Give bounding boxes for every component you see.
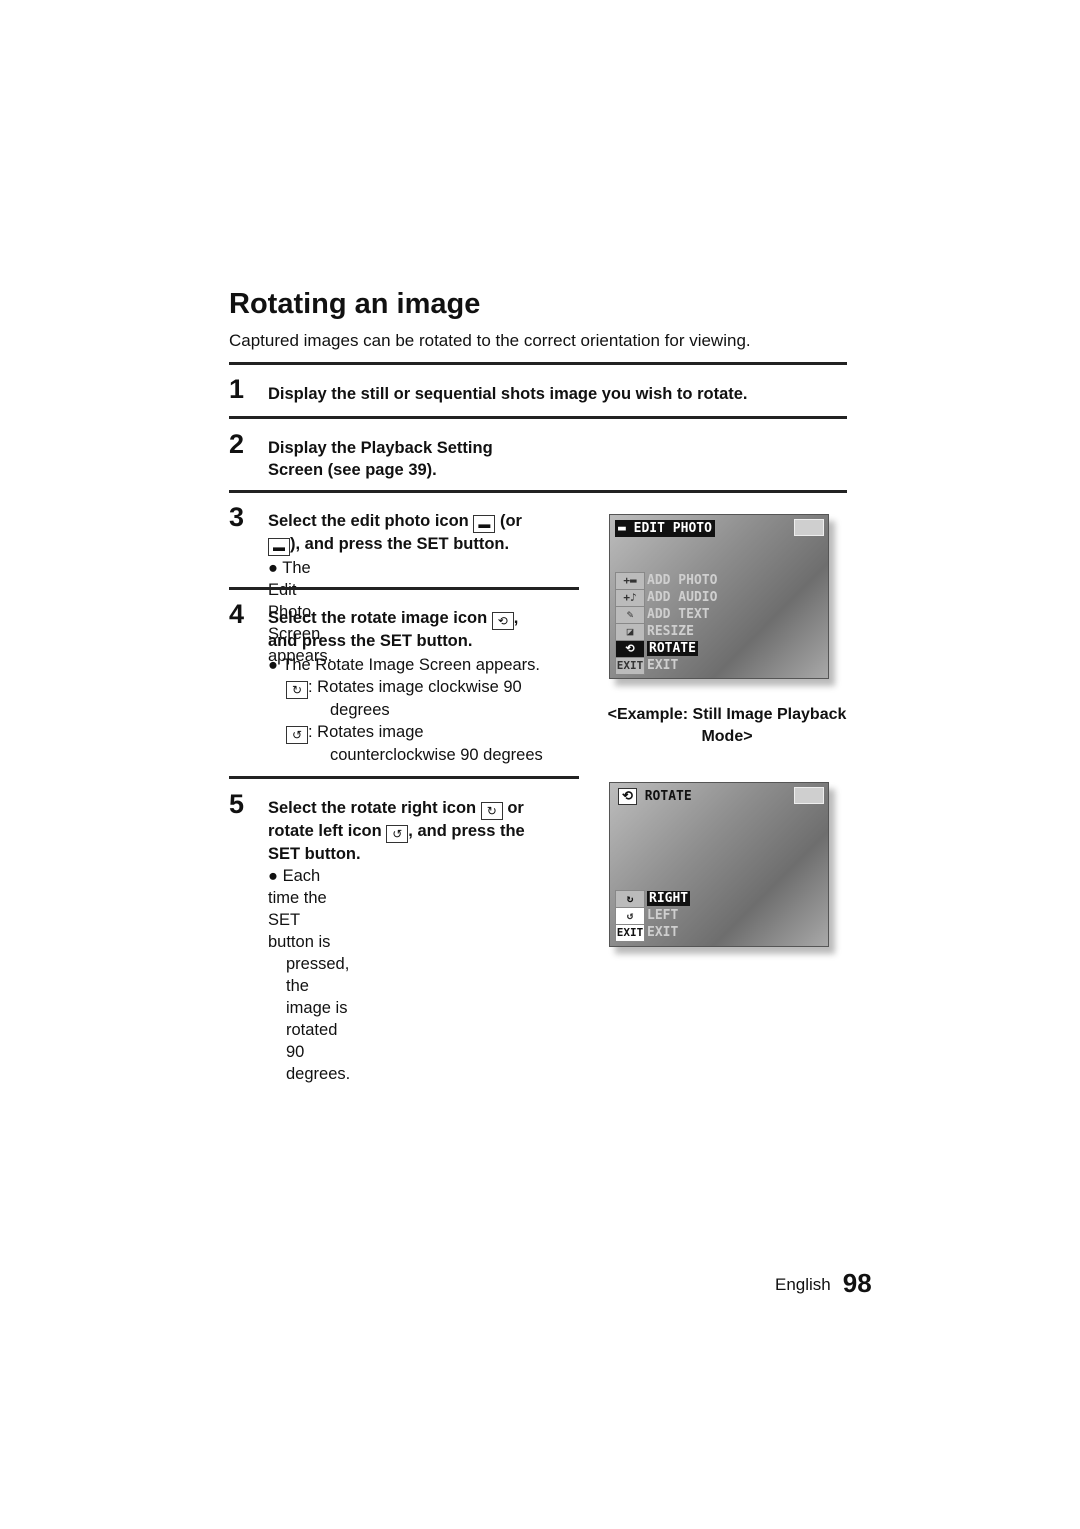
rotate-image-icon: ⟲ (491, 612, 514, 630)
step-note: Each time the SET button is (268, 867, 331, 951)
page-footer: English 98 (775, 1268, 872, 1299)
screen-title: ⟲ ROTATE (615, 788, 695, 805)
figure-caption: <Example: Still Image Playback Mode> (606, 704, 848, 748)
menu-item[interactable]: RESIZE (647, 624, 694, 639)
step-heading: Screen (see page 39). (268, 461, 437, 479)
language-label: English (775, 1275, 831, 1294)
rotate-screen: ⟲ ROTATE ↻ RIGHT ↺ LEFT EXIT EXIT (609, 782, 829, 947)
page-number: 98 (842, 1268, 872, 1298)
edit-photo-alt-icon: ▬ (268, 538, 290, 556)
battery-icon (794, 787, 824, 804)
edit-menu: +▬ ADD PHOTO +♪ ADD AUDIO ✎ ADD TEXT ◪ RESIZ… (615, 571, 717, 675)
rotate-right-icon: ↻ (615, 889, 645, 908)
screen-title: ▬ EDIT PHOTO (615, 520, 715, 537)
edit-photo-screen: ▬ EDIT PHOTO +▬ ADD PHOTO +♪ ADD AUDIO ✎ AD… (609, 514, 829, 679)
rotate-left-desc: Rotates image (317, 723, 424, 741)
menu-item[interactable]: EXIT (647, 925, 678, 940)
step-heading: or (507, 799, 524, 817)
step-number: 1 (229, 374, 245, 404)
step-heading: , and press the (408, 822, 525, 840)
step-heading: rotate left icon (268, 822, 382, 840)
menu-item[interactable]: ADD AUDIO (647, 590, 717, 605)
menu-item[interactable]: ADD TEXT (647, 607, 710, 622)
exit-icon: EXIT (615, 656, 645, 675)
divider (229, 490, 847, 493)
step-heading: Select the rotate image icon (268, 609, 488, 627)
step-heading: ), and press the SET button. (290, 535, 510, 553)
divider (229, 587, 579, 590)
add-audio-icon: +♪ (615, 588, 645, 607)
rotate-left-icon: ↺ (386, 825, 409, 843)
step-heading: SET button. (268, 845, 361, 863)
step-number: 4 (229, 599, 245, 629)
step-heading: Display the still or sequential shots im… (268, 385, 748, 403)
step-number: 3 (229, 502, 245, 532)
menu-item-selected[interactable]: ROTATE (647, 641, 698, 656)
rotate-left-desc: counterclockwise 90 degrees (330, 746, 543, 764)
divider (229, 776, 579, 779)
step-note: degrees. (286, 1065, 351, 1083)
step-number: 2 (229, 429, 245, 459)
rotate-right-desc: Rotates image clockwise 90 (317, 678, 522, 696)
step-note: The Rotate Image Screen appears. (282, 656, 540, 674)
rotate-right-desc: degrees (330, 701, 390, 719)
battery-icon (794, 519, 824, 536)
step-heading: Display the Playback Setting (268, 439, 493, 457)
rotate-menu: ↻ RIGHT ↺ LEFT EXIT EXIT (615, 889, 691, 942)
menu-item[interactable]: ADD PHOTO (647, 573, 717, 588)
rotate-left-icon: ↺ (286, 726, 308, 744)
screen-title-text: EDIT PHOTO (633, 521, 712, 536)
divider (229, 416, 847, 419)
caption-line: <Example: Still Image Playback (607, 706, 847, 723)
rotate-left-icon: ↺ (615, 906, 645, 925)
step-heading: and press the SET button. (268, 632, 473, 650)
add-photo-icon: +▬ (615, 571, 645, 590)
step-note: pressed, the image is rotated 90 (286, 955, 350, 1061)
rotate-right-icon: ↻ (286, 681, 308, 699)
step-heading: Select the rotate right icon (268, 799, 477, 817)
resize-icon: ◪ (615, 622, 645, 641)
menu-item[interactable]: LEFT (647, 908, 678, 923)
menu-item-selected[interactable]: RIGHT (647, 891, 691, 906)
add-text-icon: ✎ (615, 605, 645, 624)
step-heading: Select the edit photo icon (268, 512, 469, 530)
rotate-icon: ⟲ (618, 788, 637, 805)
menu-item[interactable]: EXIT (647, 658, 678, 673)
edit-photo-icon: ▬ (473, 515, 496, 533)
rotate-right-icon: ↻ (480, 802, 503, 820)
intro-text: Captured images can be rotated to the co… (229, 331, 751, 350)
manual-page: Rotating an image Captured images can be… (229, 288, 872, 1299)
divider (229, 362, 847, 365)
rotate-icon: ⟲ (615, 639, 645, 658)
exit-icon: EXIT (615, 923, 645, 942)
screen-title-text: ROTATE (644, 789, 692, 804)
page-title: Rotating an image (229, 288, 481, 320)
step-heading: (or (499, 512, 522, 530)
caption-line: Mode> (701, 728, 753, 745)
step-number: 5 (229, 789, 245, 819)
